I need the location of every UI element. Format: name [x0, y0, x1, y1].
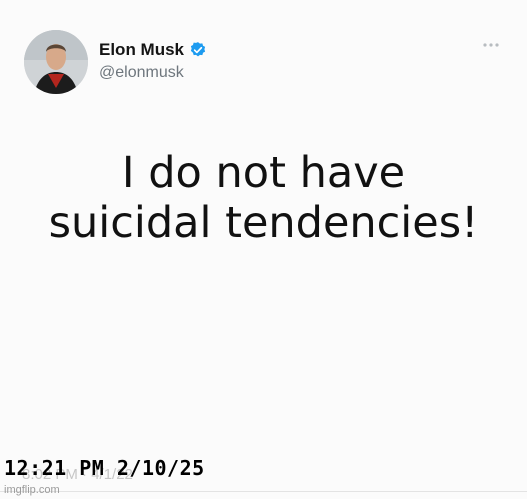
tweet-card: Elon Musk @elonmusk I do not have suicid…: [0, 0, 527, 499]
tweet-text-line-2: suicidal tendencies!: [48, 198, 479, 248]
divider: [0, 491, 527, 492]
profile-photo-icon: [24, 30, 88, 94]
tweet-header: Elon Musk @elonmusk: [24, 30, 504, 96]
author-handle[interactable]: @elonmusk: [99, 64, 184, 82]
verified-badge-icon: [190, 42, 206, 57]
tweet-text-line-1: I do not have: [121, 148, 406, 198]
avatar[interactable]: [24, 30, 88, 94]
author-name-row: Elon Musk: [99, 40, 207, 60]
watermark: imgflip.com: [4, 484, 60, 496]
tweet-text: I do not have suicidal tendencies!: [0, 148, 527, 248]
author-name[interactable]: Elon Musk: [99, 40, 184, 60]
timestamp-overlay: 12:21 PM 2/10/25: [4, 456, 205, 480]
more-horizontal-icon[interactable]: [482, 42, 500, 48]
